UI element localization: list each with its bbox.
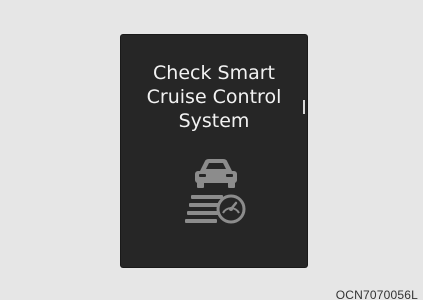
car-and-lanes-icon (185, 159, 246, 224)
warning-message-line-1: Check Smart (153, 62, 275, 84)
image-reference-code: OCN7070056L (335, 288, 418, 300)
warning-message: Check Smart Cruise Control System (121, 61, 307, 133)
smart-cruise-control-warning-icon (181, 153, 251, 233)
display-edge-marker (303, 100, 305, 114)
warning-message-line-2: Cruise Control (146, 86, 282, 108)
warning-message-line-3: System (178, 110, 250, 132)
cluster-display: Check Smart Cruise Control System (121, 35, 307, 267)
